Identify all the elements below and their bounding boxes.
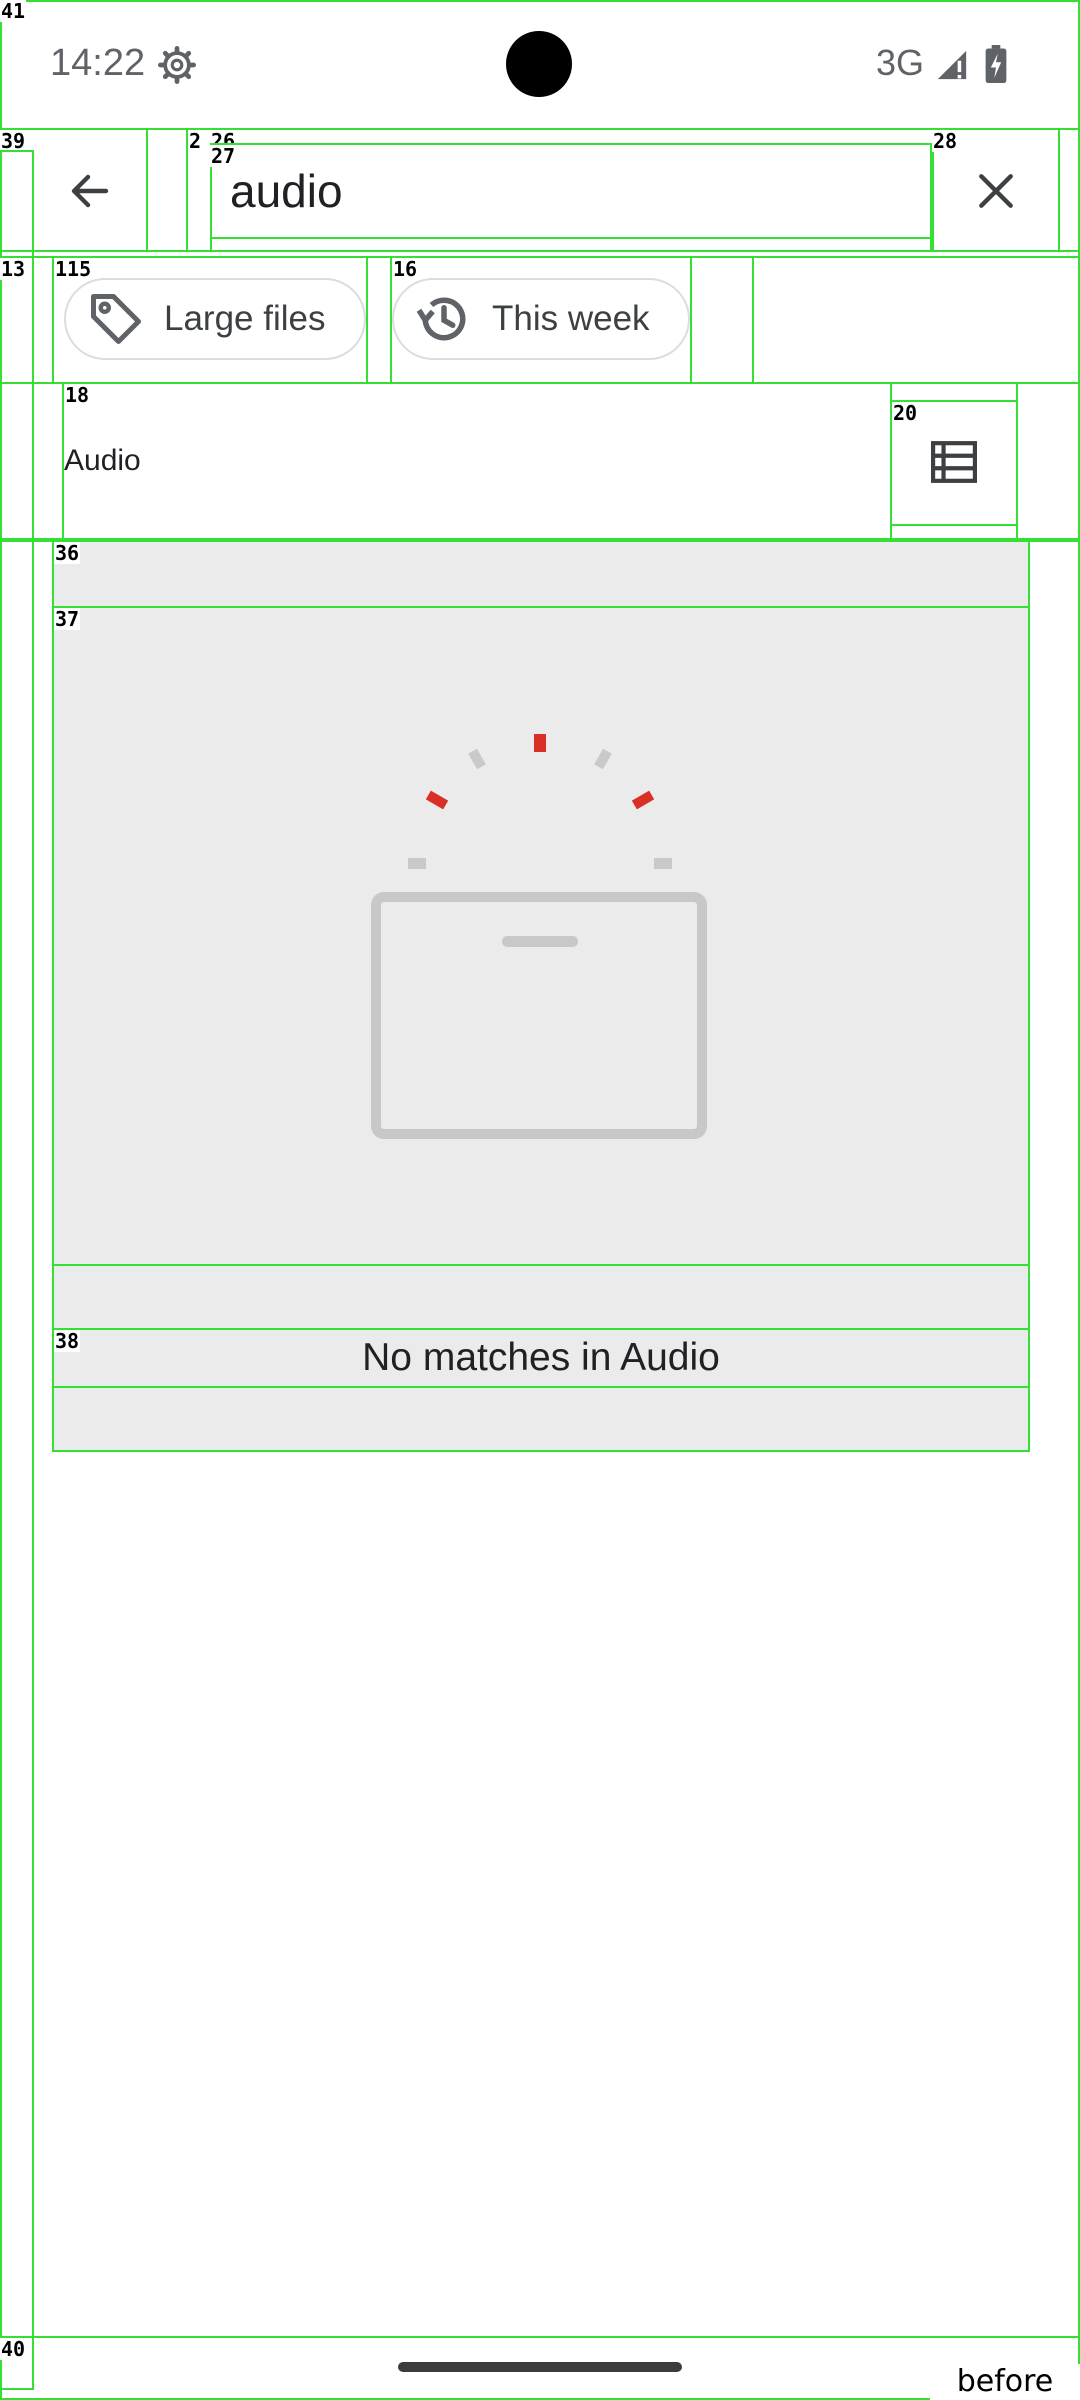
overlay-tag: 16 — [392, 257, 419, 281]
overlay-tag: 28 — [932, 129, 959, 153]
overlay-tag: 20 — [892, 401, 919, 425]
outline-search-underline — [210, 237, 932, 252]
outline-nav-bar — [0, 2336, 1080, 2400]
outline-empty-text — [52, 1328, 1030, 1388]
outline-empty-spacer — [52, 1264, 1030, 1330]
outline-toolbar-end — [1058, 128, 1080, 252]
overlay-tag: 27 — [210, 144, 237, 168]
overlay-tag: 13 — [0, 257, 27, 281]
outline-chip-week — [390, 256, 692, 384]
overlay-tag: 41 — [0, 0, 27, 23]
overlay-tag: 37 — [54, 607, 81, 631]
overlay-tag: 39 — [0, 129, 27, 153]
overlay-tag: 115 — [54, 257, 93, 281]
overlay-tag: 36 — [54, 541, 81, 565]
outline-empty-image — [52, 606, 1030, 1266]
outline-chip-tail — [690, 256, 754, 384]
outline-search-input — [210, 143, 932, 239]
outline-filter-label — [62, 382, 892, 540]
outline-left-rail — [0, 150, 34, 2390]
overlay-tag: 38 — [54, 1329, 81, 1353]
outline-chip-gap — [366, 256, 392, 384]
overlay-tag: 2 — [188, 129, 203, 153]
caption-label: before — [930, 2364, 1080, 2400]
overlay-tag: 18 — [64, 383, 91, 407]
outline-chip-large — [52, 256, 368, 384]
overlay-tag: 40 — [0, 2337, 27, 2361]
outline-search-container-a — [146, 128, 188, 252]
